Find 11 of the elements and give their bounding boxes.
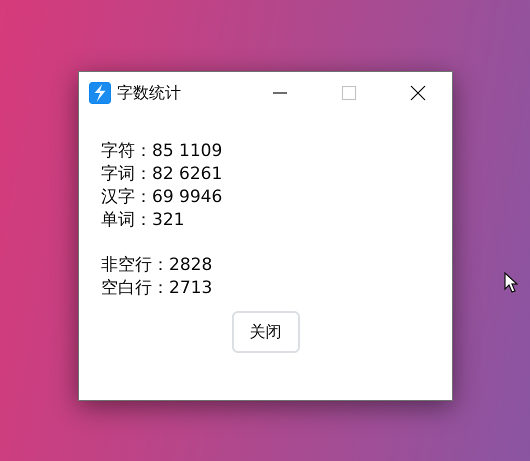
stat-text: 汉字：69 9946: [101, 186, 224, 209]
stat-text: 字词：82 6261: [101, 163, 224, 186]
window-title: 字数统计: [117, 82, 181, 104]
close-button[interactable]: 关闭: [232, 311, 300, 353]
cursor-icon: [504, 272, 518, 294]
lightning-icon: [89, 82, 111, 104]
stat-text: 非空行：2828: [101, 254, 214, 277]
close-icon[interactable]: [410, 85, 426, 101]
stat-text: 空白行：2713: [101, 277, 214, 300]
stat-text: 字符：85 1109: [101, 140, 224, 163]
stat-text: 单词：321: [101, 209, 186, 232]
